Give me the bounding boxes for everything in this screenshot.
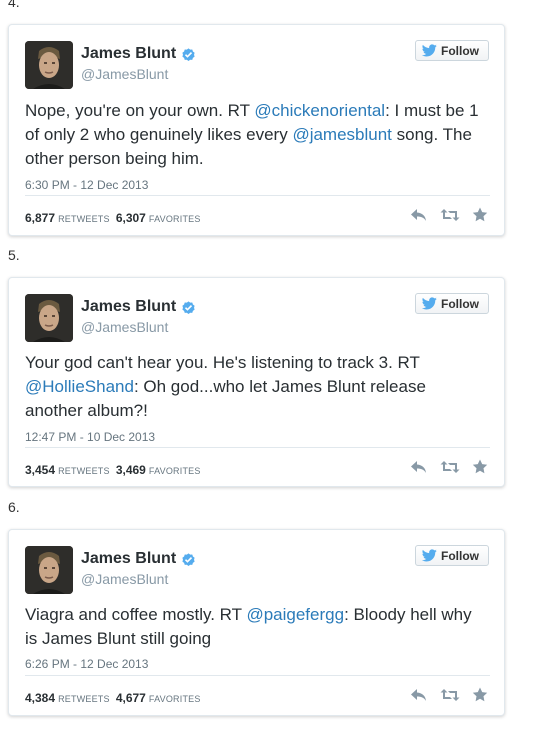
favorites-label: FAVORITES: [148, 466, 201, 476]
tweet-actions: [398, 459, 488, 474]
timestamp-link[interactable]: 6:26 PM - 12 Dec 2013: [25, 657, 148, 671]
twitter-bird-icon: [422, 44, 437, 57]
avatar[interactable]: [25, 546, 73, 594]
favorite-count[interactable]: 3,469: [116, 463, 146, 477]
tweet-stats: 6,877 RETWEETS 6,307 FAVORITES: [25, 211, 201, 225]
follow-button[interactable]: Follow: [415, 293, 489, 314]
tweet-card: James Blunt @JamesBlunt Follow Viagra an…: [8, 529, 505, 716]
mention-link[interactable]: @HollieShand: [25, 377, 134, 396]
tweet-number: 4.: [8, 0, 20, 10]
retweet-icon[interactable]: [440, 208, 460, 222]
follow-label: Follow: [441, 43, 479, 58]
timestamp-link[interactable]: 12:47 PM - 10 Dec 2013: [25, 430, 155, 444]
follow-label: Follow: [441, 548, 479, 563]
tweet-actions: [398, 687, 488, 702]
name-row: James Blunt: [81, 550, 196, 568]
retweet-icon[interactable]: [440, 688, 460, 702]
follow-button[interactable]: Follow: [415, 545, 489, 566]
tweet-text-segment: Your god can't hear you. He's listening …: [25, 353, 420, 372]
tweet-number: 5.: [8, 247, 20, 263]
twitter-bird-icon: [422, 549, 437, 562]
retweets-label: RETWEETS: [58, 214, 110, 224]
twitter-bird-icon: [422, 297, 437, 310]
mention-link[interactable]: @jamesblunt: [292, 125, 391, 144]
retweet-count[interactable]: 6,877: [25, 211, 55, 225]
avatar-image: [25, 41, 73, 89]
retweets-label: RETWEETS: [58, 466, 110, 476]
name-row: James Blunt: [81, 298, 196, 316]
follow-label: Follow: [441, 296, 479, 311]
handle[interactable]: @JamesBlunt: [81, 319, 168, 335]
retweet-count[interactable]: 3,454: [25, 463, 55, 477]
tweet-number: 6.: [8, 499, 20, 515]
tweet-text-segment: Viagra and coffee mostly. RT: [25, 605, 247, 624]
favorites-label: FAVORITES: [148, 694, 201, 704]
mention-link[interactable]: @chickenoriental: [254, 101, 385, 120]
mention-link[interactable]: @paigefergg: [246, 605, 344, 624]
tweet-card: James Blunt @JamesBlunt Follow Your god …: [8, 277, 505, 487]
tweet-stats: 3,454 RETWEETS 3,469 FAVORITES: [25, 463, 201, 477]
tweet-card: James Blunt @JamesBlunt Follow Nope, you…: [8, 24, 505, 236]
tweet-text: Nope, you're on your own. RT @chickenori…: [25, 99, 486, 171]
favorites-label: FAVORITES: [148, 214, 201, 224]
verified-badge-icon: [182, 47, 195, 61]
favorite-icon[interactable]: [472, 687, 488, 702]
display-name[interactable]: James Blunt: [81, 550, 176, 568]
tweet-text: Viagra and coffee mostly. RT @paigefergg…: [25, 603, 486, 651]
favorite-count[interactable]: 4,677: [116, 691, 146, 705]
favorite-icon[interactable]: [472, 459, 488, 474]
display-name[interactable]: James Blunt: [81, 298, 176, 316]
retweets-label: RETWEETS: [58, 694, 110, 704]
reply-icon[interactable]: [410, 460, 428, 474]
divider: [25, 675, 490, 676]
reply-icon[interactable]: [410, 688, 428, 702]
tweet-text: Your god can't hear you. He's listening …: [25, 351, 486, 423]
verified-badge-icon: [182, 300, 195, 314]
timestamp-link[interactable]: 6:30 PM - 12 Dec 2013: [25, 178, 148, 192]
divider: [25, 195, 490, 196]
follow-button[interactable]: Follow: [415, 40, 489, 61]
divider: [25, 447, 490, 448]
avatar[interactable]: [25, 294, 73, 342]
tweet-actions: [398, 207, 488, 222]
handle[interactable]: @JamesBlunt: [81, 571, 168, 587]
favorite-icon[interactable]: [472, 207, 488, 222]
verified-badge-icon: [182, 552, 195, 566]
name-row: James Blunt: [81, 45, 196, 63]
favorite-count[interactable]: 6,307: [116, 211, 146, 225]
tweet-stats: 4,384 RETWEETS 4,677 FAVORITES: [25, 691, 201, 705]
reply-icon[interactable]: [410, 208, 428, 222]
retweet-icon[interactable]: [440, 460, 460, 474]
avatar[interactable]: [25, 41, 73, 89]
handle[interactable]: @JamesBlunt: [81, 66, 168, 82]
display-name[interactable]: James Blunt: [81, 45, 176, 63]
avatar-image: [25, 546, 73, 594]
retweet-count[interactable]: 4,384: [25, 691, 55, 705]
avatar-image: [25, 294, 73, 342]
tweet-text-segment: Nope, you're on your own. RT: [25, 101, 255, 120]
